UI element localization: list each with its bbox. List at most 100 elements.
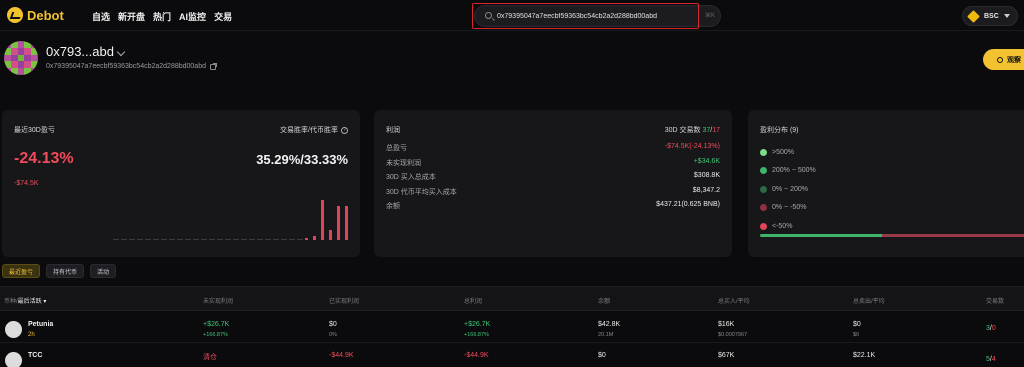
th-last-active[interactable]: 最后活跃 ▾ — [18, 299, 47, 305]
distribution-dot-icon — [760, 185, 767, 193]
pnl-bar — [241, 239, 247, 240]
th-buy[interactable]: 总买入/平均 — [718, 296, 750, 305]
pnl-bar — [289, 239, 295, 240]
distribution-label: 0% ~ 200% — [772, 185, 808, 193]
avatar-pixel — [17, 61, 25, 69]
pnl-bar — [209, 239, 215, 240]
token-name[interactable]: Petunia — [28, 321, 53, 328]
avatar-pixel — [4, 47, 11, 55]
pnl-bar — [225, 239, 231, 240]
user-icon — [997, 56, 1003, 63]
pnl-bar — [233, 239, 239, 240]
avatar-pixel — [17, 54, 25, 62]
th-realized[interactable]: 已实现利润 — [329, 296, 359, 305]
pnl-bar — [297, 239, 303, 240]
pnl-bar — [201, 239, 207, 240]
logo[interactable]: Debot — [7, 7, 64, 23]
th-balance[interactable]: 余额 — [598, 296, 610, 305]
profile-address: 0x79395047a7eecbf59363bc54cb2a2d288bd00a… — [46, 63, 216, 70]
distribution-label: >500% — [772, 148, 794, 156]
table-row[interactable]: TCC 清仓 -$44.9K -$44.9K $0 $67K $22.1K 5/4 — [0, 344, 1024, 367]
distribution-bar-segment — [760, 234, 882, 237]
profit-row-label: 30D 买入总成本 — [386, 174, 436, 181]
winrate-value: 35.29%/33.33% — [256, 152, 348, 167]
pnl-bar — [321, 200, 324, 240]
trades-loss-count: 0 — [991, 325, 996, 332]
trades-label: 30D 交易数 — [664, 127, 701, 134]
th-total[interactable]: 总利润 — [464, 296, 482, 305]
token-name[interactable]: TCC — [28, 352, 42, 359]
pnl-bar — [265, 239, 271, 240]
profit-row-label: 余额 — [386, 203, 400, 210]
pnl-bar — [193, 239, 199, 240]
th-trades[interactable]: 交易数 — [986, 296, 1004, 305]
pnl-bar — [337, 206, 340, 240]
distribution-dot-icon — [760, 204, 767, 212]
cell-sell-sub: $0 — [853, 332, 860, 338]
cell-balance-sub: 20.1M — [598, 332, 614, 338]
app-name: Debot — [27, 7, 64, 23]
th-token[interactable]: 币种/最后活跃 ▾ — [4, 296, 46, 305]
chain-label: BSC — [984, 12, 999, 20]
avatar-pixel — [10, 54, 18, 62]
search-input[interactable] — [497, 10, 672, 23]
pnl-title: 最近30D盈亏 — [14, 127, 55, 134]
cell-total: -$44.9K — [464, 352, 489, 359]
copy-icon[interactable] — [210, 63, 216, 70]
wallet-avatar — [4, 41, 38, 75]
distribution-row: 0% ~ -50% — [760, 199, 816, 218]
profit-title: 利润 — [386, 127, 400, 134]
pnl-bar — [185, 239, 191, 240]
tab-holdings[interactable]: 持有代币 — [46, 264, 85, 278]
chain-selector[interactable]: BSC — [962, 6, 1018, 26]
avatar-pixel — [4, 68, 11, 75]
profit-row-value: $308.8K — [693, 172, 720, 179]
info-icon[interactable]: ? — [341, 126, 348, 134]
th-unrealized[interactable]: 未实现利润 — [203, 296, 233, 305]
tab-recent-pnl[interactable]: 最近盈亏 — [2, 264, 41, 278]
distribution-row: 200% ~ 500% — [760, 162, 816, 181]
profit-row-value: $8,347.2 — [692, 186, 720, 194]
nav-link-watchlist[interactable]: 自选 — [92, 10, 110, 23]
wallet-short-name: 0x793...abd — [46, 44, 114, 59]
cell-buy: $67K — [718, 352, 735, 359]
pnl-percent: -24.13% — [14, 150, 74, 167]
nav-link-hot[interactable]: 热门 — [153, 10, 171, 23]
cell-balance: $42.8K — [598, 321, 621, 328]
pnl-bar — [257, 239, 263, 240]
pnl-card: 最近30D盈亏 交易胜率/代币胜率 ? -24.13% 35.29%/33.33… — [2, 110, 360, 257]
cell-balance: $0 — [598, 352, 606, 359]
cell-sell: $22.1K — [853, 352, 876, 359]
search-box[interactable]: ⌘K — [474, 5, 721, 27]
distribution-label: 0% ~ -50% — [772, 204, 807, 212]
watch-button[interactable]: 观察 — [983, 49, 1024, 70]
tabs: 最近盈亏 持有代币 活动 — [2, 264, 117, 278]
edit-icon[interactable] — [116, 47, 126, 56]
profit-row: 总盈亏 -$74.5K(-24.13%) — [386, 143, 720, 158]
pnl-bar — [153, 239, 159, 240]
distribution-title: 盈利分布 (9) — [760, 127, 799, 134]
pnl-bar — [137, 239, 143, 240]
bnb-chain-icon — [967, 9, 980, 23]
avatar-pixel — [31, 54, 38, 62]
nav-link-ai-monitor[interactable]: AI监控 — [179, 10, 206, 23]
avatar-pixel — [24, 41, 32, 48]
wallet-address: 0x79395047a7eecbf59363bc54cb2a2d288bd00a… — [46, 63, 206, 70]
avatar-pixel — [10, 47, 18, 55]
avatar-pixel — [24, 47, 32, 55]
th-sell[interactable]: 总卖出/平均 — [853, 296, 885, 305]
pnl-bar — [313, 236, 316, 240]
tab-activity[interactable]: 活动 — [90, 264, 117, 278]
avatar-pixel — [17, 68, 25, 75]
profit-row-label: 未实现利润 — [386, 159, 421, 167]
avatar-pixel — [31, 61, 38, 69]
distribution-dot-icon — [760, 148, 767, 156]
pnl-bar — [281, 239, 287, 240]
avatar-pixel — [24, 61, 32, 69]
table-row[interactable]: Petunia 2h +$26.7K +166.87% $0 0% +$26.7K +166.… — [0, 313, 1024, 343]
avatar-pixel — [4, 61, 11, 69]
nav-link-trade[interactable]: 交易 — [214, 10, 232, 23]
cell-total: +$26.7K — [464, 321, 491, 328]
nav-link-new-pairs[interactable]: 新开盘 — [118, 10, 145, 23]
pnl-bar — [273, 239, 279, 240]
